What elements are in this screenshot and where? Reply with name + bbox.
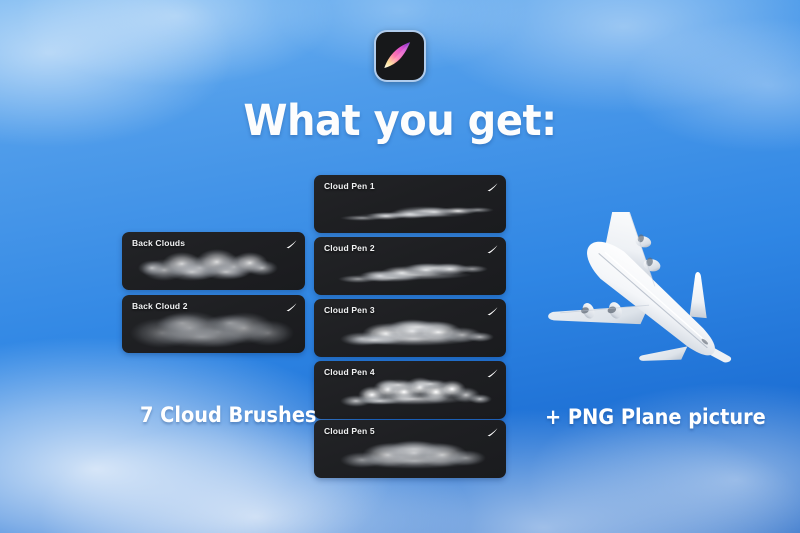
caption-png-plane: + PNG Plane picture [545,405,766,429]
brush-card-label: Back Clouds [132,238,186,248]
brush-stroke-icon [487,369,498,378]
brush-stroke-icon [487,428,498,437]
brush-card-label: Back Cloud 2 [132,301,188,311]
brush-stroke-icon [487,183,498,192]
brush-card-label: Cloud Pen 3 [324,305,375,315]
brush-card-cloud-pen-4[interactable]: Cloud Pen 4 [314,361,506,419]
promo-graphic: What you get: Back Clouds Back Cloud 2 C… [0,0,800,533]
brush-card-cloud-pen-5[interactable]: Cloud Pen 5 [314,420,506,478]
brush-stroke-icon [286,240,297,249]
white-airliner-top-view-icon [548,212,732,363]
brush-stroke-icon [487,245,498,254]
brush-card-cloud-pen-3[interactable]: Cloud Pen 3 [314,299,506,357]
plane-image [534,212,766,384]
brush-stroke-icon [286,303,297,312]
procreate-swoosh-icon [384,42,411,68]
procreate-app-icon[interactable] [374,30,426,82]
brush-card-label: Cloud Pen 5 [324,426,375,436]
brush-card-cloud-pen-2[interactable]: Cloud Pen 2 [314,237,506,295]
brush-card-back-clouds[interactable]: Back Clouds [122,232,305,290]
brush-card-label: Cloud Pen 2 [324,243,375,253]
brush-card-label: Cloud Pen 4 [324,367,375,377]
brush-card-cloud-pen-1[interactable]: Cloud Pen 1 [314,175,506,233]
caption-cloud-brushes: 7 Cloud Brushes [140,403,317,427]
brush-card-label: Cloud Pen 1 [324,181,375,191]
brush-stroke-icon [487,307,498,316]
brush-card-back-cloud-2[interactable]: Back Cloud 2 [122,295,305,353]
page-title: What you get: [243,96,557,146]
